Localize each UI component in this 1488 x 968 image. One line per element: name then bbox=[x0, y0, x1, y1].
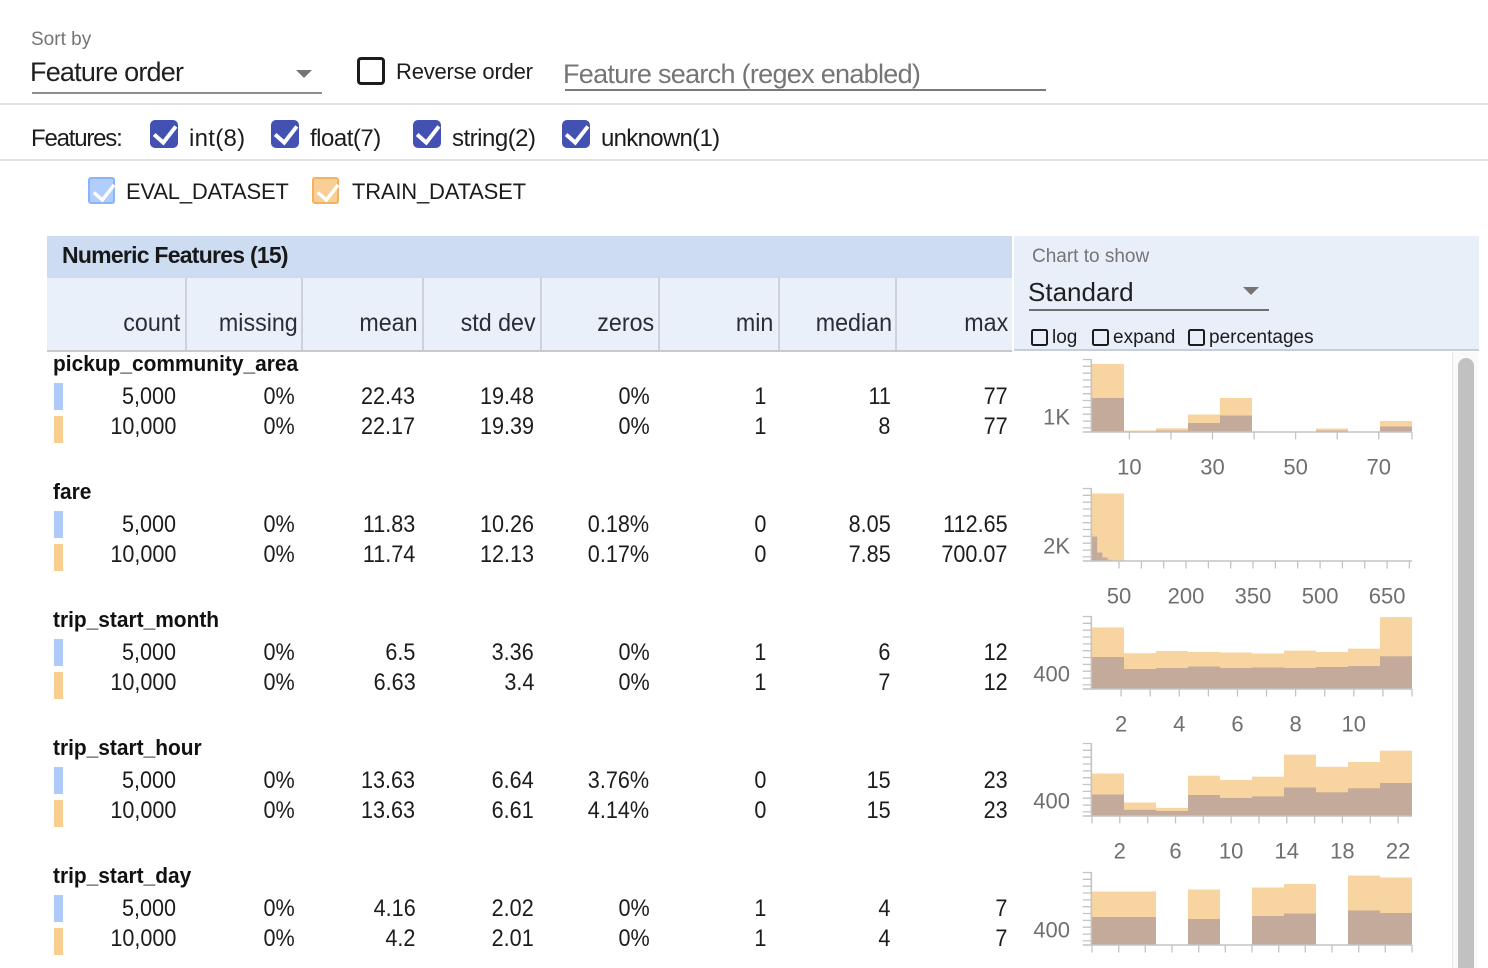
svg-text:2K: 2K bbox=[1043, 533, 1070, 558]
svg-text:400: 400 bbox=[1033, 662, 1070, 687]
svg-text:4: 4 bbox=[1173, 712, 1185, 736]
svg-text:400: 400 bbox=[1033, 917, 1070, 942]
svg-text:14: 14 bbox=[1275, 839, 1299, 863]
svg-text:350: 350 bbox=[1235, 583, 1272, 607]
svg-text:18: 18 bbox=[1330, 839, 1354, 863]
svg-text:70: 70 bbox=[1367, 455, 1391, 479]
svg-text:50: 50 bbox=[1283, 455, 1307, 479]
svg-text:10: 10 bbox=[1342, 712, 1366, 736]
svg-text:8: 8 bbox=[1289, 712, 1301, 736]
svg-text:6: 6 bbox=[1169, 839, 1181, 863]
svg-text:6: 6 bbox=[1231, 712, 1243, 736]
svg-text:500: 500 bbox=[1302, 583, 1339, 607]
svg-text:650: 650 bbox=[1369, 583, 1406, 607]
svg-text:22: 22 bbox=[1386, 839, 1410, 863]
svg-text:30: 30 bbox=[1200, 455, 1224, 479]
svg-text:2: 2 bbox=[1114, 839, 1126, 863]
svg-text:200: 200 bbox=[1168, 583, 1205, 607]
svg-text:10: 10 bbox=[1117, 455, 1141, 479]
svg-text:400: 400 bbox=[1033, 789, 1070, 814]
svg-text:50: 50 bbox=[1107, 583, 1131, 607]
svg-text:2: 2 bbox=[1115, 712, 1127, 736]
svg-text:1K: 1K bbox=[1043, 405, 1070, 430]
svg-text:10: 10 bbox=[1219, 839, 1243, 863]
